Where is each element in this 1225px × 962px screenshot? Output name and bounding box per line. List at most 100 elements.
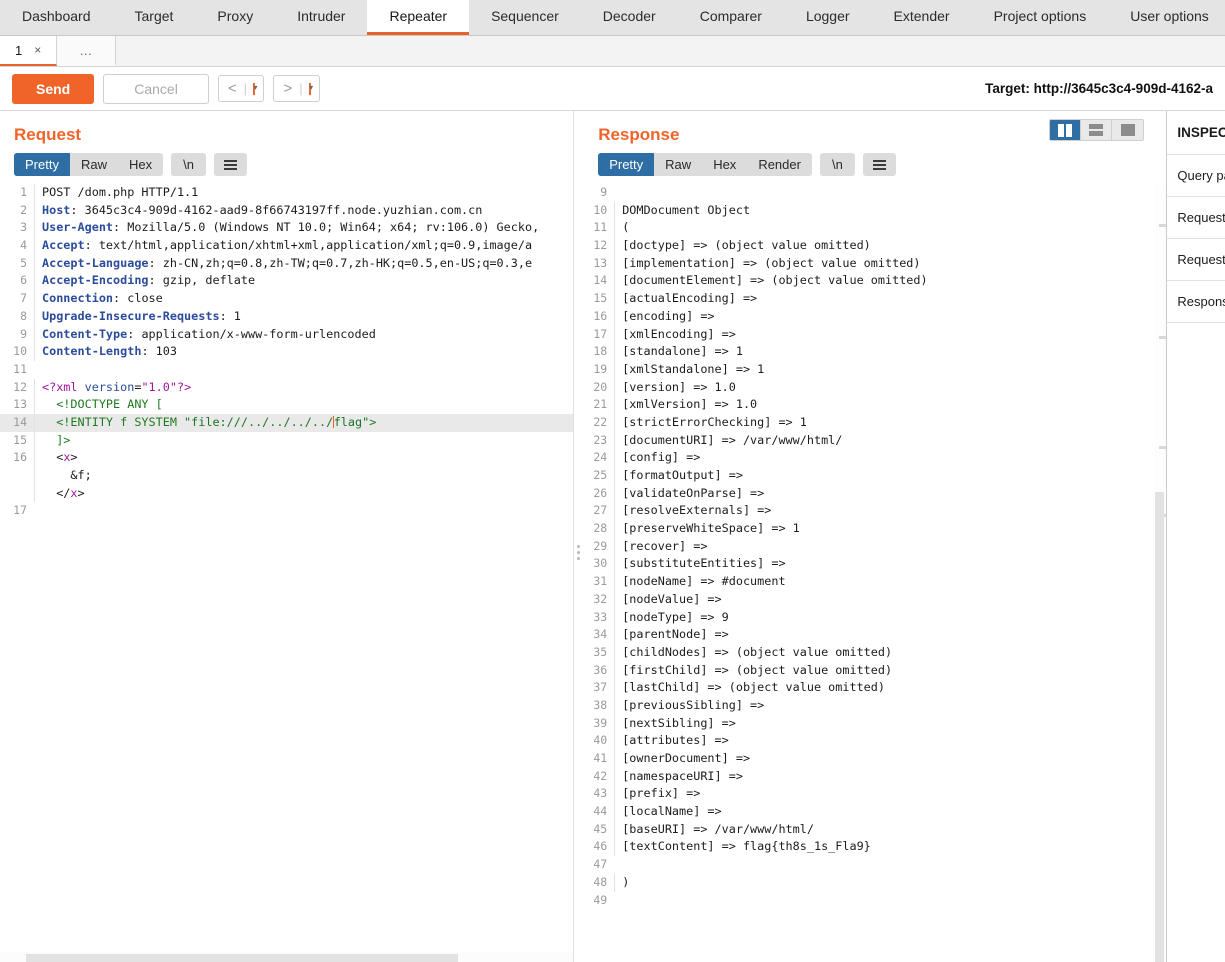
response-code-line[interactable]: 20 [version] => 1.0 [582,378,1166,397]
chevron-down-icon[interactable]: ▾ [253,82,258,95]
response-code-line[interactable]: 17 [xmlEncoding] => [582,325,1166,344]
inspector-row-response-headers[interactable]: Response headers [1167,281,1225,323]
request-code-line[interactable]: 2 Host: 3645c3c4-909d-4162-aad9-8f6674319… [0,201,573,220]
response-editor[interactable]: 9 10 DOMDocument Object 11 (12 [doctype] => (… [582,184,1166,909]
repeater-tab-1[interactable]: 1 × [0,36,58,66]
back-history-button[interactable]: < | ▾ [217,75,265,102]
request-code-line[interactable]: 16 <x> [0,449,573,468]
response-code-line[interactable]: 43 [prefix] => [582,785,1166,804]
request-editor[interactable]: 1 POST /dom.php HTTP/1.1 2 Host: 3645c3c4-9… [0,184,574,520]
response-code-line[interactable]: 33 [nodeType] => 9 [582,608,1166,627]
response-vertical-scrollbar[interactable] [1155,184,1167,962]
response-code-line[interactable]: 47 [582,856,1166,874]
request-code-line[interactable]: &f; [0,467,573,485]
request-code-line[interactable]: 14 <!ENTITY f SYSTEM "file:///../../../.… [0,413,574,432]
layout-split-horizontal-button[interactable] [1081,120,1113,140]
request-code-line[interactable]: 12 <?xml version="1.0"?> [0,378,573,397]
main-tab-intruder[interactable]: Intruder [275,0,367,35]
main-tab-project-options[interactable]: Project options [972,0,1109,35]
request-code-line[interactable]: 11 [0,361,573,379]
inspector-row-query-parameters[interactable]: Query parameters [1167,155,1225,197]
pane-resize-handle[interactable] [574,111,583,962]
response-format-raw[interactable]: Raw [654,153,702,176]
response-code-line[interactable]: 15 [actualEncoding] => [582,290,1166,308]
chevron-down-icon[interactable]: ▾ [309,82,313,95]
response-code-line[interactable]: 28 [preserveWhiteSpace] => 1 [582,520,1166,538]
request-code-line[interactable]: 5 Accept-Language: zh-CN,zh;q=0.8,zh-TW;q… [0,254,573,273]
main-tab-decoder[interactable]: Decoder [581,0,678,35]
response-code-line[interactable]: 22 [strictErrorChecking] => 1 [582,413,1166,432]
response-code-line[interactable]: 26 [validateOnParse] => [582,484,1166,503]
response-code-line[interactable]: 18 [standalone] => 1 [582,343,1166,361]
response-code-line[interactable]: 42 [namespaceURI] => [582,767,1166,786]
request-code-line[interactable]: 10 Content-Length: 103 [0,343,573,361]
response-code-line[interactable]: 24 [config] => [582,449,1166,468]
request-code-line[interactable]: 8 Upgrade-Insecure-Requests: 1 [0,307,573,326]
response-code-line[interactable]: 34 [parentNode] => [582,626,1166,644]
request-format-pretty[interactable]: Pretty [14,153,70,176]
response-code-line[interactable]: 19 [xmlStandalone] => 1 [582,360,1166,379]
response-format-pretty[interactable]: Pretty [598,153,655,176]
response-code-line[interactable]: 27 [resolveExternals] => [582,502,1166,521]
repeater-tab-overflow[interactable]: … [57,36,117,66]
main-tab-comparer[interactable]: Comparer [678,0,784,35]
response-scroll-thumb[interactable] [1155,492,1165,962]
response-editor-area[interactable]: 9 10 DOMDocument Object 11 (12 [doctype] => (… [582,184,1167,962]
response-code-line[interactable]: 9 [582,184,1166,202]
response-code-line[interactable]: 44 [localName] => [582,803,1166,821]
response-code-line[interactable]: 36 [firstChild] => (object value omitted) [582,661,1166,680]
main-tab-proxy[interactable]: Proxy [195,0,275,35]
request-menu-icon[interactable] [213,153,247,176]
response-code-line[interactable]: 40 [attributes] => [582,732,1166,751]
response-code-line[interactable]: 48) [582,873,1166,892]
response-code-line[interactable]: 12 [doctype] => (object value omitted) [582,237,1166,255]
response-code-line[interactable]: 25 [formatOutput] => [582,467,1166,485]
response-code-line[interactable]: 30 [substituteEntities] => [582,555,1166,574]
send-button[interactable]: Send [12,73,95,104]
layout-split-vertical-button[interactable] [1050,120,1082,140]
request-code-line[interactable]: 3 User-Agent: Mozilla/5.0 (Windows NT 10.… [0,219,573,238]
request-scroll-thumb[interactable] [26,954,458,962]
response-code-line[interactable]: 35 [childNodes] => (object value omitted) [582,643,1166,662]
response-format-hex[interactable]: Hex [702,153,747,176]
response-code-line[interactable]: 45 [baseURI] => /var/www/html/ [582,820,1166,839]
request-code-line[interactable]: 7 Connection: close [0,290,573,308]
response-code-line[interactable]: 13 [implementation] => (object value omit… [582,254,1166,273]
request-code-line[interactable]: 1 POST /dom.php HTTP/1.1 [0,184,573,202]
request-code-line[interactable]: 9 Content-Type: application/x-www-form-ur… [0,325,573,344]
main-tab-target[interactable]: Target [113,0,196,35]
request-format-raw[interactable]: Raw [70,153,118,176]
response-format-render[interactable]: Render [747,153,812,176]
response-code-line[interactable]: 39 [nextSibling] => [582,714,1166,733]
inspector-row-request-body[interactable]: Request body [1167,239,1225,281]
request-code-line[interactable]: </x> [0,484,573,503]
response-code-line[interactable]: 11 ( [582,219,1166,238]
response-code-line[interactable]: 21 [xmlVersion] => 1.0 [582,396,1166,414]
response-code-line[interactable]: 14 [documentElement] => (object value omi… [582,272,1166,291]
request-format-hex[interactable]: Hex [118,153,163,176]
forward-history-button[interactable]: > | ▾ [273,75,321,102]
response-newline-toggle[interactable]: \n [819,153,855,176]
main-tab-user-options[interactable]: User options [1108,0,1225,35]
cancel-button[interactable]: Cancel [103,73,209,104]
close-icon[interactable]: × [34,43,41,57]
main-tab-extender[interactable]: Extender [872,0,972,35]
response-code-line[interactable]: 49 [582,892,1166,910]
response-code-line[interactable]: 29 [recover] => [582,537,1166,556]
layout-single-pane-button[interactable] [1112,120,1144,140]
request-horizontal-scrollbar[interactable] [0,952,574,962]
response-code-line[interactable]: 41 [ownerDocument] => [582,750,1166,768]
response-menu-icon[interactable] [862,153,896,176]
main-tab-dashboard[interactable]: Dashboard [0,0,113,35]
main-tab-logger[interactable]: Logger [784,0,872,35]
main-tab-sequencer[interactable]: Sequencer [469,0,581,35]
response-code-line[interactable]: 37 [lastChild] => (object value omitted) [582,679,1166,697]
request-code-line[interactable]: 6 Accept-Encoding: gzip, deflate [0,272,573,291]
response-code-line[interactable]: 38 [previousSibling] => [582,696,1166,715]
response-code-line[interactable]: 16 [encoding] => [582,307,1166,326]
request-editor-area[interactable]: 1 POST /dom.php HTTP/1.1 2 Host: 3645c3c4-9… [0,184,574,962]
inspector-row-request-headers[interactable]: Request headers [1167,197,1225,239]
request-code-line[interactable]: 13 <!DOCTYPE ANY [ [0,396,573,414]
request-code-line[interactable]: 4 Accept: text/html,application/xhtml+xml… [0,237,573,255]
request-newline-toggle[interactable]: \n [171,153,206,176]
